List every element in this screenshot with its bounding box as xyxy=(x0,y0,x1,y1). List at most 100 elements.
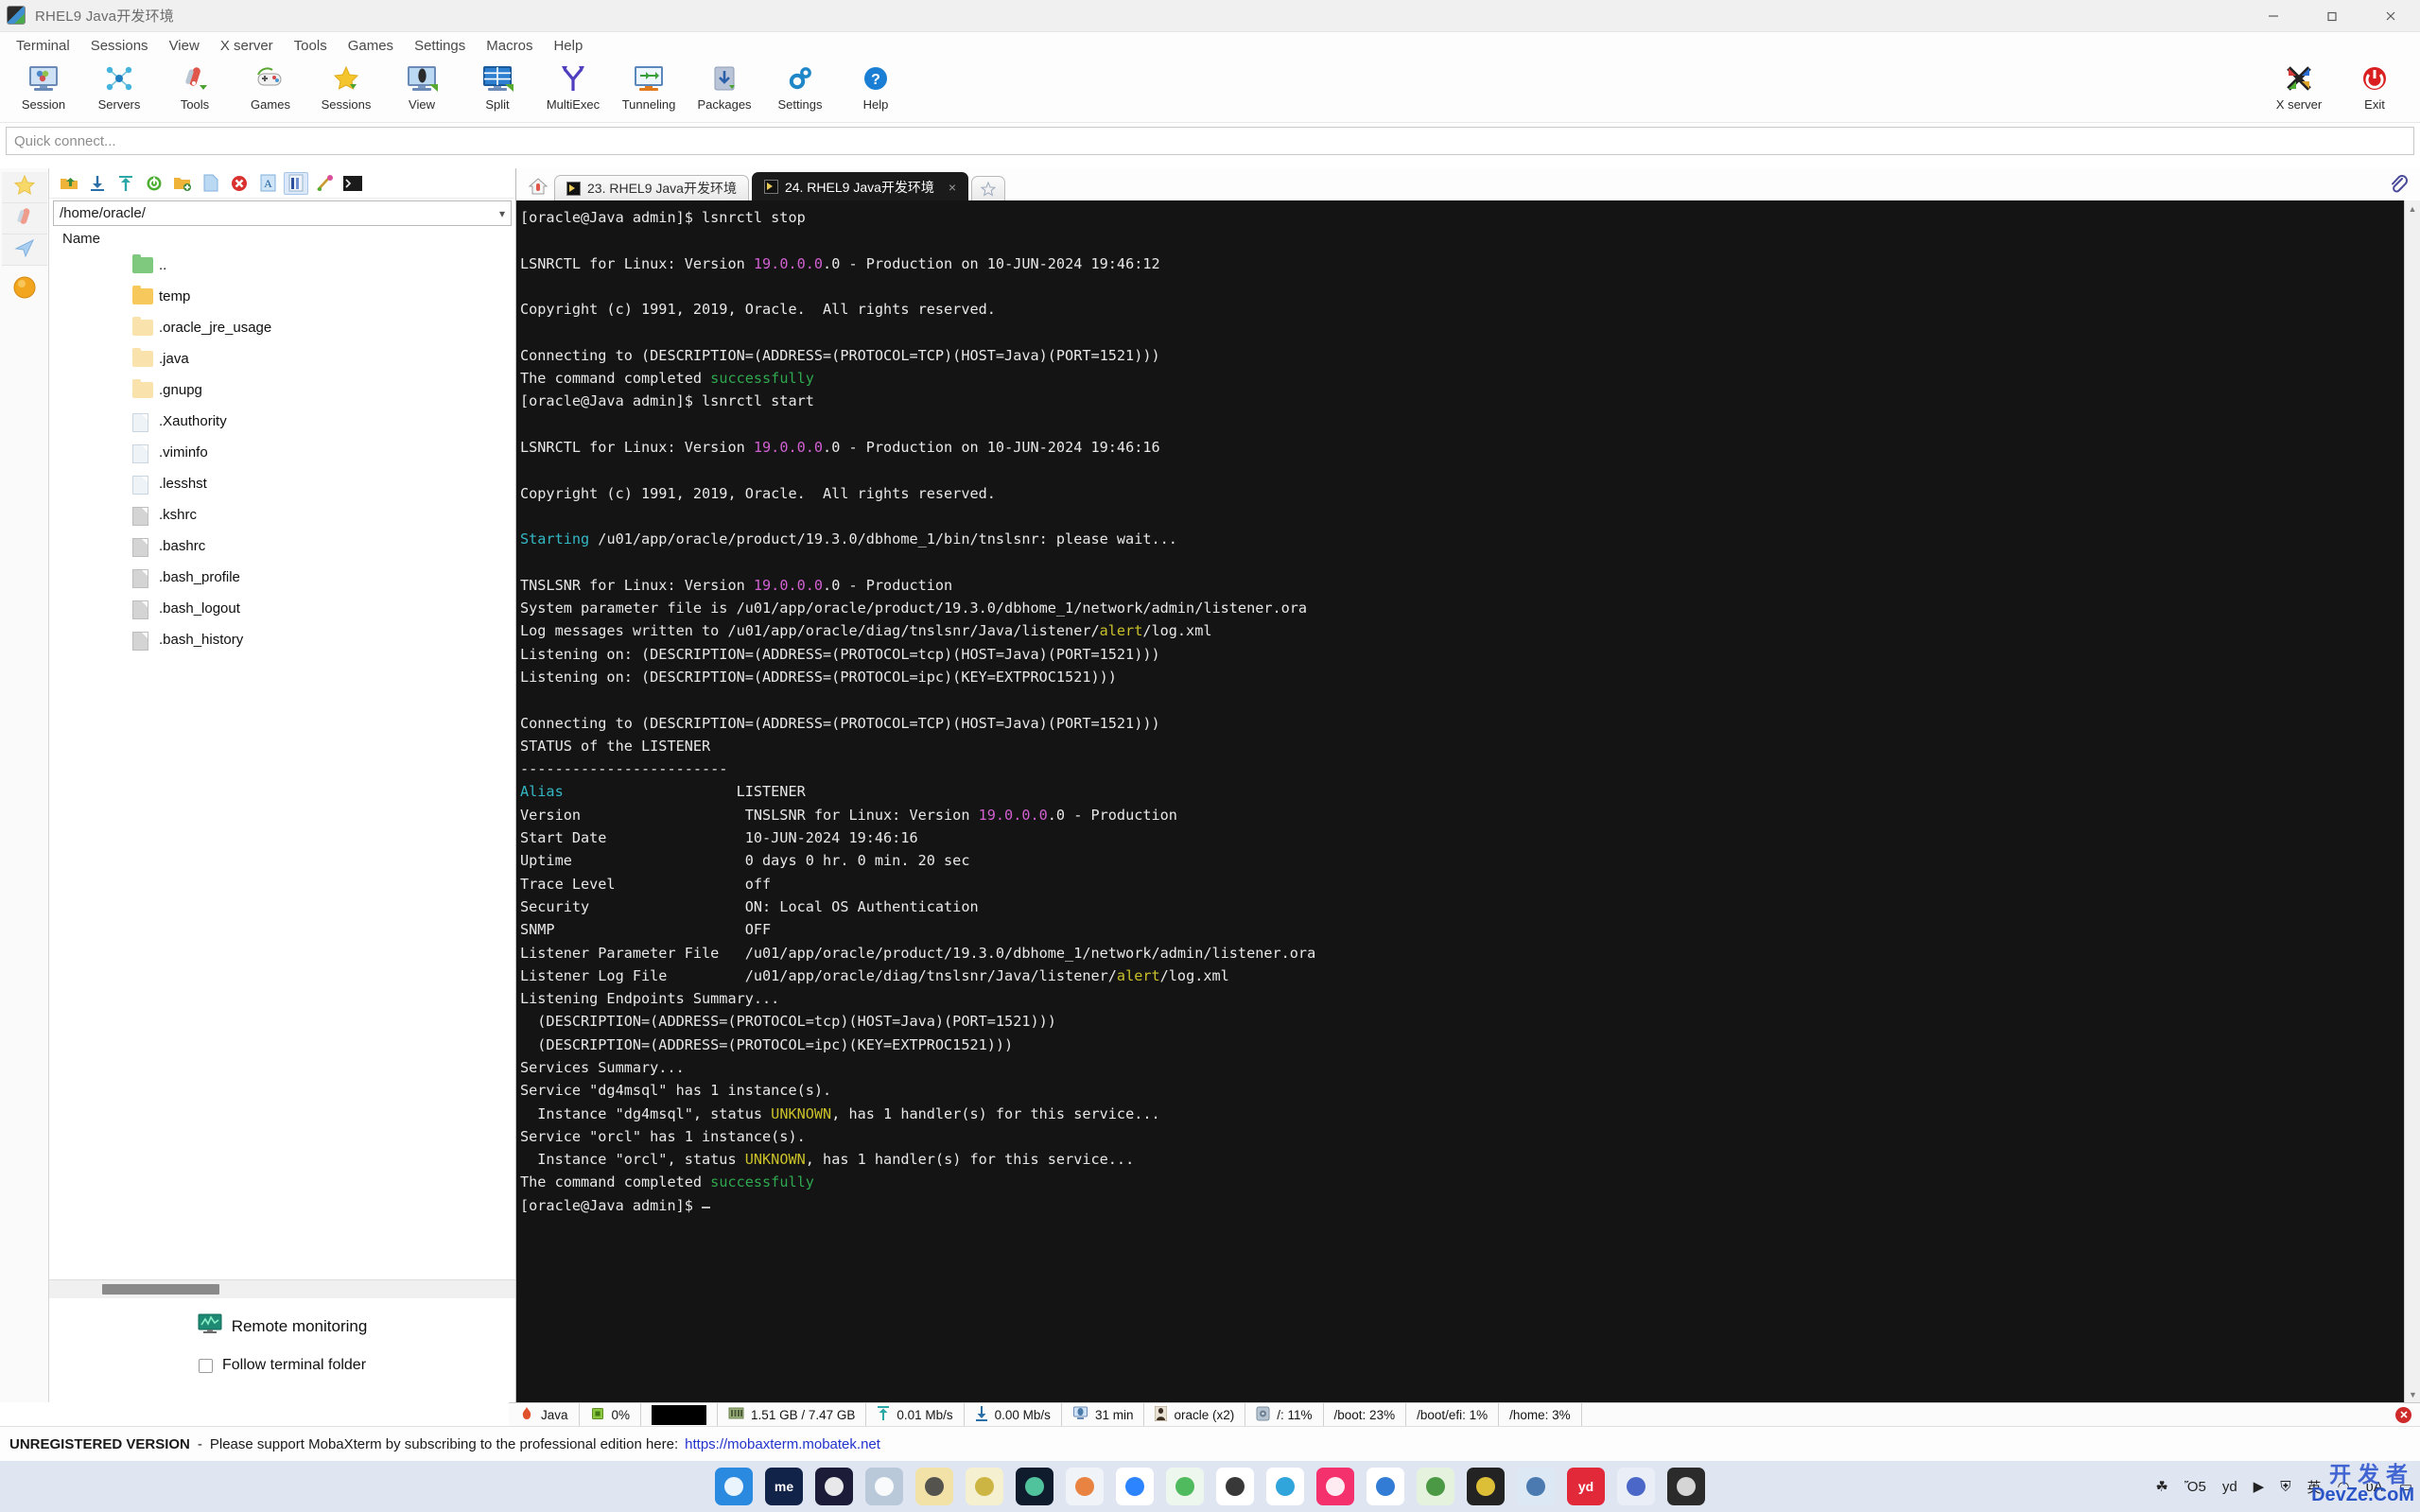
sftp-file-list[interactable]: .. temp .oracle_jre_usage .java .gnupg .… xyxy=(49,250,515,1279)
list-item[interactable]: .bash_profile xyxy=(49,562,515,593)
list-item[interactable]: .lesshst xyxy=(49,468,515,499)
toolbar-games-button[interactable]: Games xyxy=(233,59,308,121)
menu-tools[interactable]: Tools xyxy=(284,36,338,56)
tab-23[interactable]: 23. RHEL9 Java开发环境 xyxy=(554,175,749,200)
up-folder-icon[interactable] xyxy=(57,172,81,195)
toolbar-settings-button[interactable]: Settings xyxy=(762,59,838,121)
status-ram[interactable]: 1.51 GB / 7.47 GB xyxy=(718,1402,867,1427)
toolbar-sessions-button[interactable]: Sessions xyxy=(308,59,384,121)
sidebar-sessions-star[interactable] xyxy=(2,172,47,203)
qq-penguin-icon[interactable] xyxy=(1216,1468,1254,1505)
status-uptime[interactable]: 31 min xyxy=(1062,1402,1145,1427)
list-item[interactable]: .. xyxy=(49,250,515,281)
menu-settings[interactable]: Settings xyxy=(404,36,476,56)
play-tray-icon[interactable]: ▶ xyxy=(2254,1478,2265,1495)
status-disk-root[interactable]: /: 11% xyxy=(1245,1402,1324,1427)
list-item[interactable]: .gnupg xyxy=(49,374,515,406)
menu-xserver[interactable]: X server xyxy=(210,36,284,56)
menu-view[interactable]: View xyxy=(159,36,210,56)
menu-help[interactable]: Help xyxy=(543,36,593,56)
menu-macros[interactable]: Macros xyxy=(476,36,543,56)
dark-yellow-icon[interactable] xyxy=(1467,1468,1505,1505)
toolbar-servers-button[interactable]: Servers xyxy=(81,59,157,121)
status-disk-boot[interactable]: /boot: 23% xyxy=(1324,1402,1407,1427)
list-item[interactable]: .kshrc xyxy=(49,499,515,530)
toolbar-exit-button[interactable]: Exit xyxy=(2337,59,2412,121)
blue-rings-icon[interactable] xyxy=(1367,1468,1404,1505)
calendar-tray-icon[interactable]: Ὄ5 xyxy=(2185,1479,2206,1495)
list-item[interactable]: .bash_logout xyxy=(49,593,515,624)
menu-games[interactable]: Games xyxy=(338,36,404,56)
toolbar-multiexec-button[interactable]: MultiExec xyxy=(535,59,611,121)
sidebar-macros[interactable] xyxy=(2,235,47,266)
toolbar-xserver-button[interactable]: X server xyxy=(2261,59,2337,121)
terminal-output[interactable]: [oracle@Java admin]$ lsnrctl stop LSNRCT… xyxy=(516,200,2420,1402)
calc-grid-icon[interactable] xyxy=(1517,1468,1555,1505)
green-leaf-tray-icon[interactable]: ☘ xyxy=(2155,1478,2168,1495)
remote-monitoring-button[interactable]: Remote monitoring xyxy=(198,1313,367,1340)
new-folder-icon[interactable] xyxy=(170,172,195,195)
follow-terminal-folder-row[interactable]: Follow terminal folder xyxy=(198,1357,366,1374)
shield-tray-icon[interactable]: ⛨ xyxy=(2280,1479,2290,1495)
tab-24[interactable]: 24. RHEL9 Java开发环境 × xyxy=(751,172,969,200)
office-icon[interactable] xyxy=(1066,1468,1104,1505)
ring-yellow-icon[interactable] xyxy=(966,1468,1003,1505)
details-icon[interactable] xyxy=(284,171,308,195)
edge-icon[interactable] xyxy=(1266,1468,1304,1505)
upload-icon[interactable] xyxy=(113,172,138,195)
mobaxterm-link[interactable]: https://mobaxterm.mobatek.net xyxy=(685,1436,880,1452)
close-status-icon[interactable] xyxy=(2395,1406,2411,1423)
start-windows-icon[interactable] xyxy=(715,1468,753,1505)
menu-sessions[interactable]: Sessions xyxy=(80,36,159,56)
refresh-icon[interactable] xyxy=(142,172,166,195)
status-graph[interactable] xyxy=(641,1402,719,1427)
toolbar-split-button[interactable]: Split xyxy=(460,59,535,121)
sftp-horizontal-scrollbar[interactable] xyxy=(49,1279,515,1298)
scroll-down-icon[interactable]: ▼ xyxy=(2405,1386,2420,1402)
sidebar-sftp[interactable] xyxy=(2,274,47,305)
photoshop-icon[interactable] xyxy=(1016,1468,1053,1505)
sidebar-tools[interactable] xyxy=(2,203,47,235)
menu-terminal[interactable]: Terminal xyxy=(6,36,80,56)
terminal-vertical-scrollbar[interactable]: ▲ ▼ xyxy=(2404,200,2420,1402)
blue-paper-icon[interactable] xyxy=(1617,1468,1655,1505)
permissions-icon[interactable] xyxy=(312,172,337,195)
list-item[interactable]: .bashrc xyxy=(49,530,515,562)
new-file-icon[interactable] xyxy=(199,172,223,195)
toolbar-tools-button[interactable]: Tools xyxy=(157,59,233,121)
minimize-icon[interactable] xyxy=(2244,0,2303,32)
status-upload[interactable]: 0.01 Mb/s xyxy=(866,1402,965,1427)
toolbar-help-button[interactable]: ? Help xyxy=(838,59,914,121)
list-item[interactable]: .java xyxy=(49,343,515,374)
close-icon[interactable] xyxy=(2361,0,2420,32)
red-app-icon[interactable] xyxy=(1316,1468,1354,1505)
yd-tray-icon[interactable]: yd xyxy=(2222,1479,2237,1495)
download-icon[interactable] xyxy=(85,172,110,195)
me-app-icon[interactable]: me xyxy=(765,1468,803,1505)
status-cpu[interactable]: 0% xyxy=(580,1402,642,1427)
paperclip-icon[interactable] xyxy=(2386,171,2411,196)
toolbar-view-button[interactable]: View xyxy=(384,59,460,121)
scroll-up-icon[interactable]: ▲ xyxy=(2405,200,2420,217)
blue-doc-icon[interactable] xyxy=(865,1468,903,1505)
wechat-icon[interactable] xyxy=(1166,1468,1204,1505)
close-tab-icon[interactable]: × xyxy=(949,180,956,195)
scrollbar-thumb[interactable] xyxy=(102,1284,219,1295)
dingtalk-icon[interactable] xyxy=(1116,1468,1154,1505)
quick-connect-input[interactable]: Quick connect... xyxy=(6,127,2414,155)
toolbar-packages-button[interactable]: Packages xyxy=(687,59,762,121)
follow-terminal-folder-checkbox[interactable] xyxy=(198,1358,213,1373)
sftp-path-input[interactable]: /home/oracle/ ▾ xyxy=(53,200,512,226)
toolbar-tunneling-button[interactable]: Tunneling xyxy=(611,59,687,121)
chevron-down-icon[interactable]: ▾ xyxy=(499,207,505,220)
maximize-icon[interactable] xyxy=(2303,0,2361,32)
list-item[interactable]: .Xauthority xyxy=(49,406,515,437)
list-item[interactable]: .viminfo xyxy=(49,437,515,468)
status-download[interactable]: 0.00 Mb/s xyxy=(965,1402,1062,1427)
yd-dict-icon[interactable]: yd xyxy=(1567,1468,1605,1505)
dark-oval-icon[interactable] xyxy=(815,1468,853,1505)
status-disk-bootefi[interactable]: /boot/efi: 1% xyxy=(1406,1402,1500,1427)
text-mode-icon[interactable]: A xyxy=(255,172,280,195)
terminal-black-icon[interactable] xyxy=(1667,1468,1705,1505)
list-item[interactable]: .bash_history xyxy=(49,624,515,655)
